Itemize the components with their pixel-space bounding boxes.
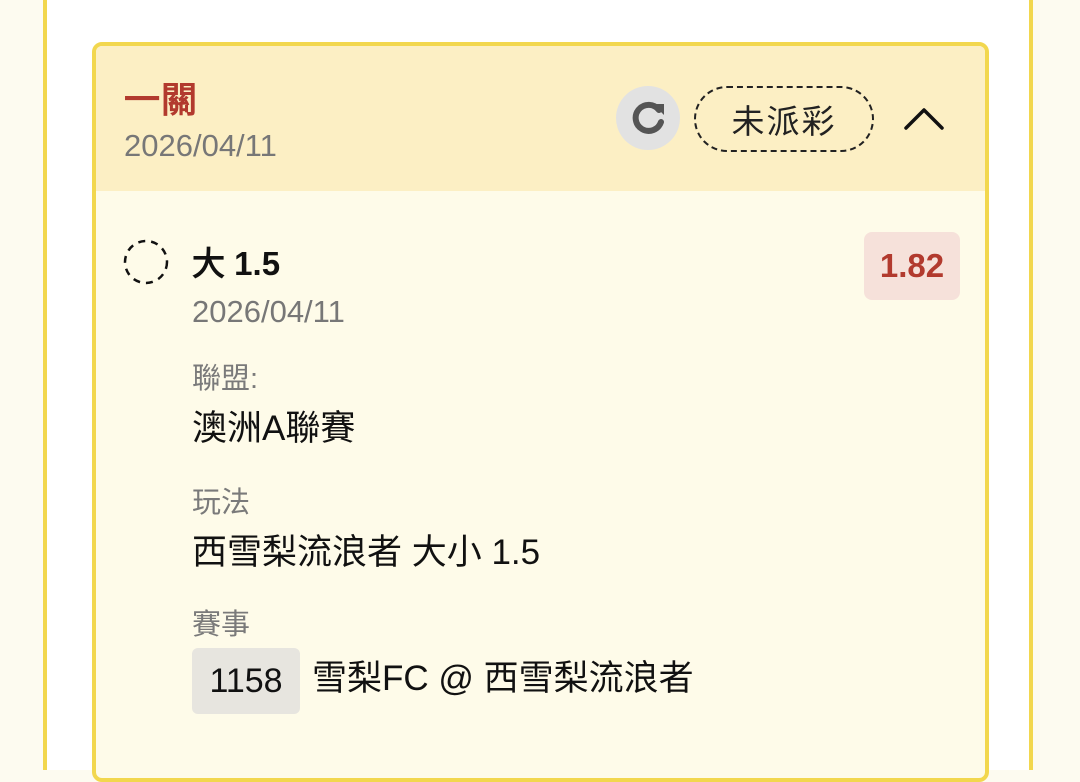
event-label: 賽事 bbox=[192, 609, 251, 641]
league-value: 澳洲A聯賽 bbox=[192, 409, 356, 448]
event-id-badge: 1158 bbox=[192, 648, 300, 714]
status-badge: 未派彩 bbox=[694, 86, 874, 152]
odds-badge: 1.82 bbox=[864, 232, 960, 300]
event-name: 雪梨FC @ 西雪梨流浪者 bbox=[312, 659, 694, 698]
bet-card-header[interactable]: 一關 2026/04/11 未派彩 bbox=[96, 46, 985, 191]
selection-title: 大 1.5 bbox=[192, 245, 281, 282]
bet-type-title: 一關 bbox=[124, 79, 199, 120]
dashed-circle-icon bbox=[123, 239, 169, 285]
bet-card: 一關 2026/04/11 未派彩 大 1.5 2026/04/11 1.82 … bbox=[92, 42, 989, 782]
bet-date: 2026/04/11 bbox=[124, 128, 277, 163]
selection-date: 2026/04/11 bbox=[192, 294, 345, 329]
selection-checkbox[interactable] bbox=[122, 238, 170, 286]
market-label: 玩法 bbox=[192, 487, 251, 519]
chevron-up-icon bbox=[904, 108, 944, 130]
refresh-icon bbox=[632, 101, 664, 134]
league-label: 聯盟: bbox=[192, 363, 259, 395]
market-value: 西雪梨流浪者 大小 1.5 bbox=[192, 533, 541, 572]
refresh-button[interactable] bbox=[616, 86, 680, 150]
collapse-button[interactable] bbox=[900, 98, 948, 138]
